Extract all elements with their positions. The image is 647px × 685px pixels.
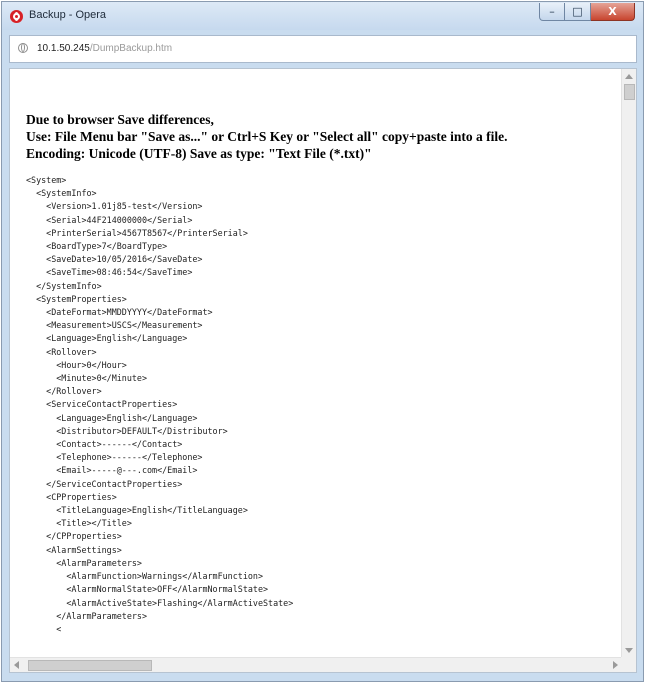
xml-line: </SystemInfo> [26,280,102,291]
xml-line: <BoardType>7</BoardType> [26,241,168,252]
xml-line: <AlarmFunction>Warnings</AlarmFunction> [26,571,263,582]
browser-window: Backup - Opera – □ X 10.1.50.245/DumpBac… [1,1,644,682]
xml-line: <Rollover> [26,346,97,357]
xml-line: <CPProperties> [26,491,117,502]
window-controls: – □ X [539,3,635,23]
address-bar[interactable]: 10.1.50.245/DumpBackup.htm [9,35,637,63]
xml-line: </AlarmParameters> [26,610,148,621]
xml-line: <Serial>44F214000000</Serial> [26,214,193,225]
xml-line: <SaveTime>08:46:54</SaveTime> [26,267,193,278]
horizontal-scrollbar[interactable] [10,657,622,672]
xml-line: <System> [26,175,67,185]
xml-line: <Version>1.01j85-test</Version> [26,201,203,212]
xml-dump: <System> <SystemInfo> <Version>1.01j85-t… [26,174,616,636]
xml-line: <Telephone>------</Telephone> [26,452,203,463]
xml-line: </CPProperties> [26,531,122,542]
xml-line: <Hour>0</Hour> [26,359,127,370]
xml-line: <TitleLanguage>English</TitleLanguage> [26,505,248,516]
xml-line: <Distributor>DEFAULT</Distributor> [26,425,228,436]
scroll-left-arrow-icon[interactable] [14,661,19,669]
xml-line: <SystemInfo> [26,188,97,199]
vertical-scrollbar[interactable] [621,69,636,658]
window-title: Backup - Opera [29,9,107,21]
url-text[interactable]: 10.1.50.245/DumpBackup.htm [37,43,172,54]
xml-line: <ServiceContactProperties> [26,399,178,410]
xml-line: <AlarmActiveState>Flashing</AlarmActiveS… [26,597,294,608]
xml-line: <DateFormat>MMDDYYYY</DateFormat> [26,307,213,318]
xml-line: <SystemProperties> [26,293,127,304]
xml-line: < [26,623,62,634]
xml-line: <Title></Title> [26,518,132,529]
xml-line: <AlarmSettings> [26,544,122,555]
xml-line: </ServiceContactProperties> [26,478,183,489]
xml-line: <Measurement>USCS</Measurement> [26,320,203,331]
notice-line-3: Encoding: Unicode (UTF-8) Save as type: … [26,146,372,161]
xml-line: <SaveDate>10/05/2016</SaveDate> [26,254,203,265]
xml-line: <Contact>------</Contact> [26,439,183,450]
xml-line: <Language>English</Language> [26,333,188,344]
scroll-up-arrow-icon[interactable] [625,74,633,79]
opera-logo-icon [10,10,23,23]
xml-line: <Language>English</Language> [26,412,198,423]
close-button[interactable]: X [591,3,635,21]
title-bar[interactable]: Backup - Opera – □ X [2,2,643,30]
notice-line-1: Due to browser Save differences, [26,112,214,127]
xml-line: </Rollover> [26,386,102,397]
horizontal-scroll-thumb[interactable] [28,660,152,671]
vertical-scroll-thumb[interactable] [624,84,635,100]
scrollbar-corner [621,657,636,672]
url-host: 10.1.50.245 [37,43,90,54]
xml-line: <Email>-----@---.com</Email> [26,465,198,476]
page-viewport[interactable]: Due to browser Save differences, Use: Fi… [9,68,637,673]
globe-icon [18,43,28,53]
notice-line-2: Use: File Menu bar "Save as..." or Ctrl+… [26,129,508,144]
url-path: /DumpBackup.htm [89,43,173,54]
scroll-right-arrow-icon[interactable] [613,661,618,669]
maximize-button[interactable]: □ [565,3,591,21]
xml-line: <PrinterSerial>4567T8567</PrinterSerial> [26,227,248,238]
xml-line: <Minute>0</Minute> [26,373,148,384]
page-content: Due to browser Save differences, Use: Fi… [26,111,616,636]
minimize-button[interactable]: – [539,3,565,21]
xml-line: <AlarmNormalState>OFF</AlarmNormalState> [26,584,269,595]
scroll-down-arrow-icon[interactable] [625,648,633,653]
xml-line: <AlarmParameters> [26,557,142,568]
